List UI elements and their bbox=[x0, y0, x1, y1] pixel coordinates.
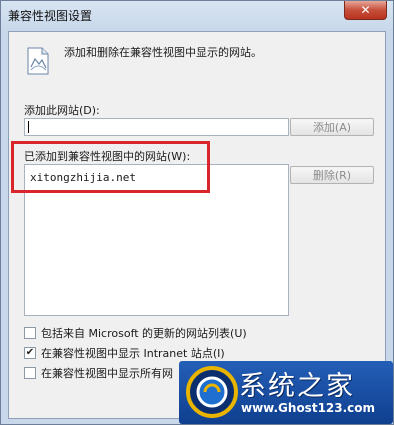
list-item[interactable]: xitongzhijia.net bbox=[30, 171, 136, 184]
close-button[interactable]: ✕ bbox=[344, 1, 387, 20]
text-caret bbox=[28, 121, 29, 133]
watermark-emblem bbox=[186, 366, 238, 418]
option-display-intranet[interactable]: ✔ 在兼容性视图中显示 Intranet 站点(I) bbox=[24, 345, 225, 361]
window-title: 兼容性视图设置 bbox=[8, 9, 93, 23]
add-button-label: 添加(A) bbox=[312, 121, 352, 134]
option-label: 在兼容性视图中显示 Intranet 站点(I) bbox=[41, 347, 225, 360]
watermark-url: www.Ghost123.com bbox=[241, 401, 376, 415]
option-include-microsoft-list[interactable]: 包括来自 Microsoft 的更新的网站列表(U) bbox=[24, 325, 247, 341]
close-icon: ✕ bbox=[360, 3, 371, 17]
intro-text: 添加和删除在兼容性视图中显示的网站。 bbox=[64, 46, 262, 59]
remove-button-label: 删除(R) bbox=[312, 169, 352, 182]
add-site-input[interactable] bbox=[24, 118, 289, 136]
checkbox[interactable] bbox=[24, 367, 36, 379]
option-display-all[interactable]: 在兼容性视图中显示所有网 bbox=[24, 365, 173, 381]
globe-page-icon bbox=[27, 47, 49, 75]
watermark-logo: 系统之家 www.Ghost123.com bbox=[179, 361, 393, 424]
checkmark-icon: ✔ bbox=[25, 347, 35, 358]
site-list-label: 已添加到兼容性视图中的网站(W): bbox=[24, 150, 191, 163]
option-label: 在兼容性视图中显示所有网 bbox=[41, 367, 173, 380]
watermark-name: 系统之家 bbox=[239, 371, 355, 402]
site-listbox[interactable]: xitongzhijia.net bbox=[24, 164, 289, 316]
checkbox[interactable] bbox=[24, 327, 36, 339]
option-label: 包括来自 Microsoft 的更新的网站列表(U) bbox=[41, 327, 247, 340]
add-button[interactable]: 添加(A) bbox=[290, 118, 374, 136]
remove-button[interactable]: 删除(R) bbox=[290, 166, 374, 184]
add-site-label: 添加此网站(D): bbox=[24, 104, 100, 117]
checkbox[interactable]: ✔ bbox=[24, 347, 36, 359]
compat-view-settings-window: 兼容性视图设置 ✕ 添加和删除在兼容性视图中显示的网站。 添加此网站(D): 添… bbox=[0, 0, 394, 425]
title-bar[interactable]: 兼容性视图设置 ✕ bbox=[1, 1, 393, 31]
